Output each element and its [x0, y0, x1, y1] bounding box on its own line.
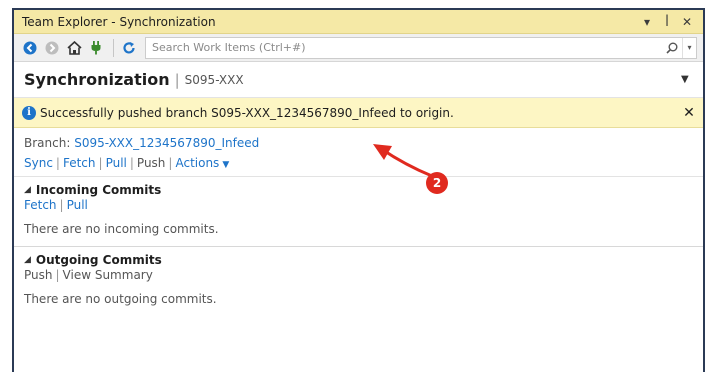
sync-actions: Sync | Fetch | Pull | Push | Actions ▼	[24, 156, 693, 170]
search-dropdown-icon[interactable]: ▾	[682, 37, 696, 58]
screenshot-frame: Team Explorer - Synchronization ▾ ꟾ ✕ Se…	[0, 0, 707, 372]
link-separator: |	[98, 156, 103, 170]
refresh-icon[interactable]	[119, 38, 139, 58]
toolbar-separator	[113, 38, 114, 57]
home-icon[interactable]	[64, 38, 84, 58]
chevron-down-icon[interactable]: ▼	[681, 74, 693, 85]
annotation-number-badge: 2	[426, 172, 448, 194]
incoming-actions: Fetch | Pull	[24, 198, 693, 212]
collapse-triangle-icon[interactable]: ◢	[24, 255, 31, 265]
chevron-down-icon[interactable]: ▾	[639, 15, 655, 29]
incoming-commits-header[interactable]: ◢ Incoming Commits	[24, 183, 693, 197]
window-title: Team Explorer - Synchronization	[22, 14, 216, 29]
outgoing-empty-message: There are no outgoing commits.	[24, 292, 217, 306]
branch-name-link[interactable]: S095-XXX_1234567890_Infeed	[74, 136, 259, 150]
dismiss-notification-close-icon[interactable]: ✕	[681, 105, 697, 121]
link-separator: |	[168, 156, 173, 170]
outgoing-push-link-disabled: Push	[24, 268, 53, 282]
search-icon[interactable]	[662, 38, 682, 58]
view-summary-link-disabled: View Summary	[62, 268, 153, 282]
outgoing-commits-section: ◢ Outgoing Commits Push | View Summary The…	[14, 247, 703, 316]
page-heading: Synchronization | S095-XXX ▼	[14, 62, 703, 98]
actions-menu-link[interactable]: Actions	[175, 156, 219, 170]
title-bar: Team Explorer - Synchronization ▾ ꟾ ✕	[14, 10, 703, 34]
sync-link[interactable]: Sync	[24, 156, 53, 170]
repository-name: S095-XXX	[184, 72, 244, 87]
forward-icon[interactable]	[42, 38, 62, 58]
toolbar: Search Work Items (Ctrl+#) ▾	[14, 34, 703, 62]
incoming-pull-link[interactable]: Pull	[67, 198, 88, 212]
branch-line: Branch: S095-XXX_1234567890_Infeed	[24, 136, 693, 150]
heading-separator: |	[174, 70, 180, 89]
link-separator: |	[55, 156, 60, 170]
pull-link[interactable]: Pull	[106, 156, 127, 170]
close-icon[interactable]: ✕	[679, 15, 695, 29]
info-icon: i	[22, 105, 36, 120]
incoming-empty-message: There are no incoming commits.	[24, 222, 219, 236]
outgoing-actions: Push | View Summary	[24, 268, 693, 282]
outgoing-commits-title: Outgoing Commits	[35, 253, 162, 267]
fetch-link[interactable]: Fetch	[63, 156, 96, 170]
connect-icon[interactable]	[86, 38, 106, 58]
page-title: Synchronization	[24, 70, 170, 89]
chevron-down-icon[interactable]: ▼	[222, 160, 229, 170]
outgoing-commits-header[interactable]: ◢ Outgoing Commits	[24, 253, 693, 267]
search-input[interactable]: Search Work Items (Ctrl+#)	[146, 41, 662, 54]
search-work-items-box[interactable]: Search Work Items (Ctrl+#) ▾	[145, 36, 697, 59]
incoming-commits-title: Incoming Commits	[35, 183, 162, 197]
push-link-disabled: Push	[136, 156, 166, 170]
link-separator: |	[59, 198, 64, 212]
branch-label: Branch:	[24, 136, 71, 150]
push-success-message: Successfully pushed branch S095-XXX_1234…	[40, 105, 454, 120]
link-separator: |	[55, 268, 60, 282]
pin-icon[interactable]: ꟾ	[659, 15, 675, 29]
info-notification-bar: i Successfully pushed branch S095-XXX_12…	[14, 98, 703, 128]
incoming-commits-section: ◢ Incoming Commits Fetch | Pull There are …	[14, 177, 703, 247]
team-explorer-window: Team Explorer - Synchronization ▾ ꟾ ✕ Se…	[12, 8, 705, 372]
incoming-fetch-link[interactable]: Fetch	[24, 198, 57, 212]
collapse-triangle-icon[interactable]: ◢	[24, 185, 31, 195]
branch-section: Branch: S095-XXX_1234567890_Infeed Sync |…	[14, 128, 703, 177]
link-separator: |	[129, 156, 134, 170]
back-icon[interactable]	[20, 38, 40, 58]
